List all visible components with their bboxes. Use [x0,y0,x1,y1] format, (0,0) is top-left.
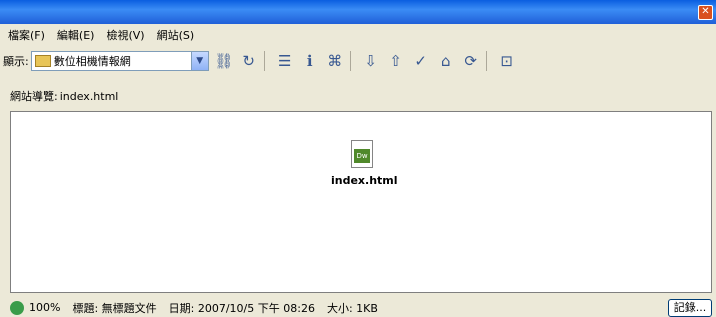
site-map-button[interactable]: ⌘ [325,51,345,71]
menu-site[interactable]: 網站(S) [157,27,195,43]
refresh-button[interactable]: ↻ [239,51,259,71]
site-navigation-bar: 網站導覽: index.html [10,86,708,106]
connect-button[interactable]: ⛓ [214,51,234,71]
check-in-button[interactable]: ⌂ [436,51,456,71]
menu-view[interactable]: 檢視(V) [106,27,144,43]
status-bar: 100% 標題: 無標題文件 日期: 2007/10/5 下午 08:26 大小… [0,298,716,317]
toolbar-separator [485,51,487,71]
document-size: 大小: 1KB [326,301,378,315]
put-button[interactable]: ⇧ [386,51,406,71]
expand-button[interactable]: ⊡ [497,51,517,71]
globe-icon [10,300,24,315]
display-label: 顯示: [3,55,29,68]
check-out-button[interactable]: ✓ [411,51,431,71]
site-select[interactable]: 數位相機情報網 ▼ [30,51,209,71]
close-button[interactable]: ✕ [698,5,713,20]
menu-bar: 檔案(F) 編輯(E) 檢視(V) 網站(S) [0,25,716,44]
chevron-down-icon[interactable]: ▼ [190,52,208,70]
zoom-level: 100% [29,301,61,314]
sync-button[interactable]: ⟳ [461,51,481,71]
log-button[interactable]: 記錄... [668,299,712,317]
site-select-value: 數位相機情報網 [53,55,131,68]
folder-icon [34,55,51,67]
menu-file[interactable]: 檔案(F) [8,27,45,43]
menu-edit[interactable]: 編輯(E) [57,27,95,43]
title-bar: ✕ [0,0,716,24]
html-file-icon[interactable]: Dw [351,140,373,168]
get-button[interactable]: ⇩ [361,51,381,71]
file-name[interactable]: index.html [331,174,398,187]
toolbar-separator [263,51,265,71]
toolbar: 顯示: 數位相機情報網 ▼ ⛓ ↻ ☰ ℹ ⌘ ⇩ ⇧ ✓ ⌂ ⟳ ⊡ [0,46,716,76]
site-map-area: Dw index.html [10,111,712,293]
site-nav-file[interactable]: index.html [60,90,119,103]
site-nav-label: 網站導覽: [10,90,58,103]
list-view-button[interactable]: ☰ [275,51,295,71]
toolbar-separator [349,51,351,71]
document-title: 標題: 無標題文件 [72,301,157,315]
info-button[interactable]: ℹ [300,51,320,71]
dw-icon-text: Dw [354,149,370,163]
document-date: 日期: 2007/10/5 下午 08:26 [168,301,315,315]
